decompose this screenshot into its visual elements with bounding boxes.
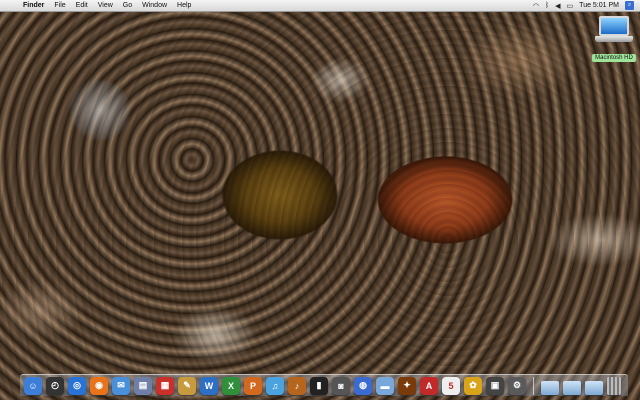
- excel-icon[interactable]: X: [222, 376, 240, 395]
- acrobat-icon[interactable]: A: [420, 376, 438, 395]
- widget-icon[interactable]: ▬: [376, 376, 394, 395]
- dashboard-icon[interactable]: ◴: [46, 376, 64, 395]
- mail-icon[interactable]: ✉: [112, 376, 130, 395]
- terminal-icon[interactable]: ▮: [310, 376, 328, 395]
- photo-booth-icon[interactable]: ◙: [332, 376, 350, 395]
- laptop-drive-icon: [595, 16, 633, 46]
- status-area: ◠ ᛒ ◀ ▭ Tue 5:01 PM ⌕: [533, 1, 634, 10]
- applications-folder-icon[interactable]: [541, 380, 559, 395]
- preview-icon[interactable]: ▤: [134, 376, 152, 395]
- menu-help[interactable]: Help: [177, 2, 191, 9]
- wallpaper-texture: [0, 0, 640, 400]
- menu-go[interactable]: Go: [123, 2, 132, 9]
- calendar-icon[interactable]: ▦: [156, 376, 174, 395]
- menu-bar: Finder File Edit View Go Window Help ◠ ᛒ…: [0, 0, 640, 12]
- wifi-icon[interactable]: ◠: [533, 2, 539, 10]
- menu-clock[interactable]: Tue 5:01 PM: [579, 2, 619, 9]
- menu-finder[interactable]: Finder: [23, 2, 44, 9]
- volume-icon[interactable]: ◀: [555, 2, 560, 10]
- tools-icon[interactable]: ✎: [178, 376, 196, 395]
- downloads-folder-icon[interactable]: [585, 380, 603, 395]
- finder-icon[interactable]: ☺: [24, 376, 42, 395]
- flower-icon[interactable]: ✿: [464, 376, 482, 395]
- itunes-icon[interactable]: ♫: [266, 376, 284, 395]
- battery-icon[interactable]: ▭: [567, 2, 574, 10]
- macintosh-hd-desktop-icon[interactable]: Macintosh HD: [590, 16, 638, 64]
- documents-folder-icon[interactable]: [563, 380, 581, 395]
- menu-edit[interactable]: Edit: [76, 2, 88, 9]
- firefox-icon[interactable]: ◉: [90, 376, 108, 395]
- menu-view[interactable]: View: [98, 2, 113, 9]
- word-icon[interactable]: W: [200, 376, 218, 395]
- network-icon[interactable]: ◍: [354, 376, 372, 395]
- menu-window[interactable]: Window: [142, 2, 167, 9]
- bluetooth-icon[interactable]: ᛒ: [545, 2, 549, 9]
- dock-separator: [533, 376, 534, 395]
- dock: ☺ ◴ ◎ ◉ ✉ ▤ ▦ ✎ W X P ♫ ♪ ▮ ◙ ◍ ▬ ✦ A 5 ✿ ▣ ⚙: [20, 374, 628, 396]
- system-preferences-icon[interactable]: ⚙: [508, 376, 526, 395]
- safari-icon[interactable]: ◎: [68, 376, 86, 395]
- calendar-5-icon[interactable]: 5: [442, 376, 460, 395]
- game-icon[interactable]: ✦: [398, 376, 416, 395]
- powerpoint-icon[interactable]: P: [244, 376, 262, 395]
- menu-file[interactable]: File: [54, 2, 65, 9]
- guitar-icon[interactable]: ♪: [288, 376, 306, 395]
- apple-menu-icon[interactable]: [8, 1, 17, 10]
- photo-icon[interactable]: ▣: [486, 376, 504, 395]
- desktop-icon-label: Macintosh HD: [592, 54, 636, 62]
- spotlight-icon[interactable]: ⌕: [625, 1, 634, 10]
- trash-icon[interactable]: [607, 376, 621, 395]
